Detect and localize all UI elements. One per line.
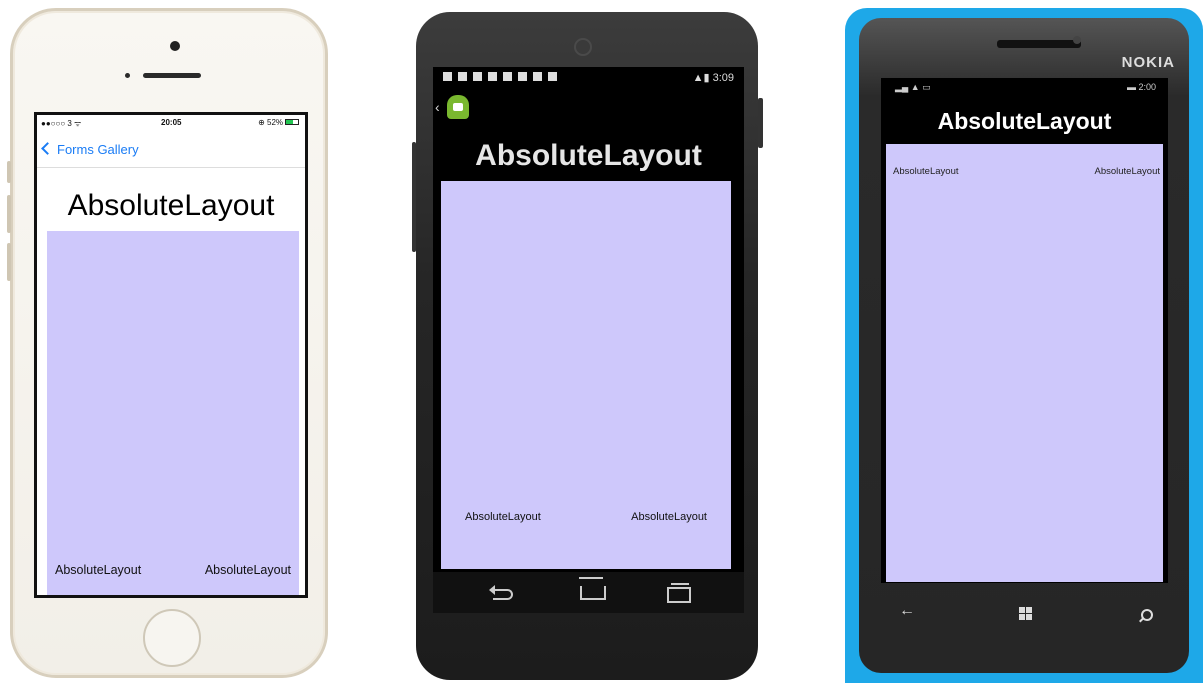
nokia-earpiece [997, 40, 1081, 48]
ios-navigation-bar: Forms Gallery [37, 133, 305, 168]
page-title: AbsoluteLayout [67, 189, 275, 222]
android-front-camera [574, 38, 592, 56]
nokia-device: NOKIA ▂▄ ▲ ▭ ▬ 2:00 AbsoluteLayout Absol… [845, 8, 1203, 683]
nokia-clock: ▬ 2:00 [1126, 82, 1156, 92]
back-arrow-icon[interactable]: ← [899, 602, 915, 620]
absolute-layout-label-top-right: AbsoluteLayout [1094, 166, 1161, 177]
nokia-logo: NOKIA [1121, 54, 1175, 71]
iphone-sensor [125, 73, 130, 78]
iphone-device: ●●○○○ 3 ᯤ 20:05 ⊕ 52% Forms Gallery Abso… [7, 8, 328, 678]
ios-battery-percent: ⊕ 52% [258, 118, 283, 127]
android-screen: ▲▮ 3:09 ‹ AbsoluteLayout AbsoluteLayout … [433, 67, 744, 613]
notification-icon [458, 72, 467, 81]
android-device: ▲▮ 3:09 ‹ AbsoluteLayout AbsoluteLayout … [412, 12, 763, 680]
android-power-button [758, 98, 763, 148]
ios-clock: 20:05 [161, 118, 182, 127]
notification-icon [548, 72, 557, 81]
ios-carrier: ●●○○○ 3 ᯤ [41, 119, 82, 128]
absolute-layout-label-bottom-left: AbsoluteLayout [465, 511, 541, 523]
absolute-layout: AbsoluteLayout AbsoluteLayout [886, 144, 1163, 582]
notification-icon [488, 72, 497, 81]
android-app-icon[interactable] [447, 95, 469, 119]
absolute-layout-label-bottom-right: AbsoluteLayout [204, 563, 291, 577]
notification-icon [533, 72, 542, 81]
iphone-volume-down-button [7, 243, 11, 281]
absolute-layout-label-bottom-left: AbsoluteLayout [55, 563, 142, 577]
recent-apps-icon[interactable] [657, 580, 697, 604]
android-clock-group: ▲▮ 3:09 [693, 71, 734, 84]
signal-icon: ▲▮ [692, 72, 710, 84]
absolute-layout-label-top-left: AbsoluteLayout [893, 166, 959, 177]
notification-icon [443, 72, 452, 81]
back-icon[interactable] [483, 580, 523, 604]
windows-start-icon[interactable] [1019, 607, 1032, 620]
back-button-label: Forms Gallery [57, 142, 139, 157]
absolute-layout: AbsoluteLayout AbsoluteLayout [47, 231, 299, 595]
iphone-earpiece [143, 73, 201, 78]
android-action-bar: ‹ [433, 89, 744, 129]
absolute-layout-label-bottom-right: AbsoluteLayout [631, 511, 707, 523]
iphone-front-camera [170, 41, 180, 51]
nokia-screen: ▂▄ ▲ ▭ ▬ 2:00 AbsoluteLayout AbsoluteLay… [881, 78, 1168, 583]
iphone-mute-switch [7, 161, 11, 183]
nokia-front-camera [1073, 36, 1081, 44]
nokia-body: NOKIA ▂▄ ▲ ▭ ▬ 2:00 AbsoluteLayout Absol… [859, 18, 1189, 673]
iphone-volume-up-button [7, 195, 11, 233]
battery-icon [285, 119, 299, 125]
page-title: AbsoluteLayout [475, 139, 702, 172]
home-icon[interactable] [570, 580, 610, 604]
absolute-layout: AbsoluteLayout AbsoluteLayout [441, 181, 731, 569]
android-status-bar: ▲▮ 3:09 [433, 67, 744, 89]
nokia-status-bar: ▂▄ ▲ ▭ ▬ 2:00 [881, 78, 1168, 96]
nokia-status-icons: ▂▄ ▲ ▭ [895, 82, 931, 92]
android-navigation-bar [433, 572, 744, 613]
notification-icons [443, 72, 563, 84]
chevron-left-icon [41, 142, 54, 155]
page-title: AbsoluteLayout [937, 108, 1112, 134]
notification-icon [503, 72, 512, 81]
back-button[interactable]: Forms Gallery [41, 142, 139, 157]
ios-status-bar: ●●○○○ 3 ᯤ 20:05 ⊕ 52% [37, 115, 305, 131]
up-chevron-icon[interactable]: ‹ [435, 99, 440, 115]
notification-icon [518, 72, 527, 81]
android-volume-button [412, 142, 416, 252]
iphone-home-button[interactable] [143, 609, 201, 667]
notification-icon [473, 72, 482, 81]
android-clock: 3:09 [712, 72, 734, 84]
search-icon[interactable] [1141, 609, 1153, 621]
iphone-screen: ●●○○○ 3 ᯤ 20:05 ⊕ 52% Forms Gallery Abso… [34, 112, 308, 598]
